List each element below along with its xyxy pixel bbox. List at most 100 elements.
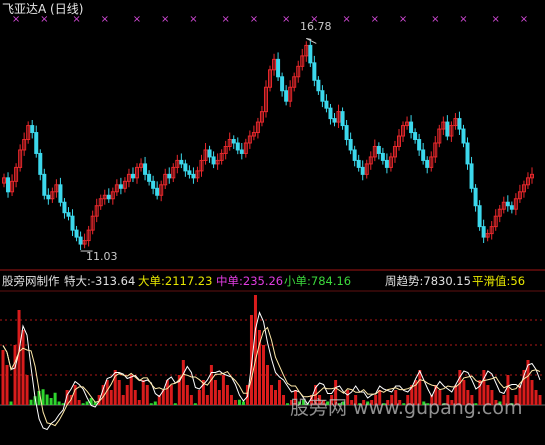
candle-body <box>473 187 478 207</box>
candle-body <box>179 159 184 165</box>
candle-body <box>505 201 510 207</box>
candle-body <box>384 159 389 168</box>
zhouqushi-value: 周趋势:7830.15 <box>385 274 471 288</box>
candle-body <box>328 107 333 120</box>
indicator-bar <box>253 295 257 405</box>
indicator-bar <box>282 395 286 405</box>
pinghua-value: 平滑值:56 <box>472 274 526 288</box>
indicator-bar <box>181 360 185 405</box>
indicator-bar <box>265 365 269 405</box>
candle-body <box>38 152 43 175</box>
dadan-value: 大单:2117.23 <box>138 274 213 288</box>
indicator-bar <box>278 380 282 405</box>
indicator-bar <box>185 385 189 405</box>
candle-body <box>211 156 216 165</box>
candle-body <box>6 177 11 193</box>
candle-body <box>130 173 135 179</box>
indicator-bar <box>169 385 173 405</box>
candle-body <box>239 149 244 154</box>
candle-body <box>425 159 430 168</box>
indicator-bar <box>13 345 17 405</box>
candle-body <box>276 58 281 78</box>
indicator-bar <box>261 345 265 405</box>
signal-mark: × <box>342 14 350 25</box>
indicator-bar <box>233 400 237 405</box>
signal-mark: × <box>189 14 197 25</box>
indicator-readout: 股旁网制作 特大:-313.64 大单:2117.23 中单:235.26 小单… <box>0 273 545 289</box>
candle-body <box>352 149 357 161</box>
indicator-bar <box>45 394 49 405</box>
signal-mark: × <box>459 14 467 25</box>
candle-body <box>30 125 35 134</box>
signal-mark: × <box>431 14 439 25</box>
signal-mark: × <box>282 14 290 25</box>
indicator-bar <box>534 390 538 405</box>
candle-body <box>70 215 75 231</box>
indicator-bar <box>197 390 201 405</box>
candle-body <box>284 90 289 102</box>
candle-body <box>332 118 337 123</box>
candle-body <box>151 180 156 189</box>
indicator-bar <box>149 403 153 405</box>
indicator-bar <box>530 380 534 405</box>
candle-body <box>465 142 470 165</box>
indicator-bar <box>241 401 245 405</box>
candle-body <box>106 194 111 200</box>
candle-body <box>445 121 450 137</box>
tedada-value: 特大:-313.64 <box>64 274 136 288</box>
low-price-label: 11.03 <box>86 250 118 263</box>
candle-body <box>413 132 418 141</box>
indicator-bar <box>213 380 217 405</box>
indicator-bar <box>125 385 129 405</box>
indicator-bar <box>270 385 273 405</box>
indicator-bar <box>137 400 141 405</box>
candle-body <box>461 128 466 144</box>
stock-chart[interactable]: × × × × × × × × × × × × × × × × × × <box>0 0 545 445</box>
watermark: 股旁网 www.gupang.com <box>290 397 523 419</box>
candle-body <box>66 212 71 217</box>
candle-body <box>340 111 345 127</box>
zhongdan-value: 中单:235.26 <box>216 274 284 288</box>
indicator-bar <box>538 395 542 405</box>
indicator-bar <box>141 380 145 405</box>
candle-body <box>360 166 365 175</box>
candle-body <box>356 159 361 168</box>
signal-mark: × <box>250 14 258 25</box>
indicator-bar <box>85 401 89 405</box>
indicator-bar <box>53 392 57 405</box>
indicator-bar <box>41 389 45 405</box>
candle-body <box>344 125 349 141</box>
candle-body <box>380 152 385 161</box>
indicator-bar <box>237 399 241 405</box>
candle-body <box>417 139 422 151</box>
candle-body <box>74 229 79 238</box>
indicator-bar <box>286 403 290 405</box>
candle-body <box>348 139 353 151</box>
candle-body <box>42 173 47 196</box>
candle-body <box>231 139 236 144</box>
candle-body <box>280 76 285 92</box>
indicator-bar <box>145 385 149 405</box>
signal-mark: × <box>492 14 500 25</box>
indicator-bar <box>109 390 113 405</box>
candle-body <box>183 163 188 172</box>
candle-body <box>421 149 426 161</box>
indicator-bar <box>25 375 29 405</box>
chart-title: 飞亚达A (日线) <box>2 2 84 16</box>
candle-body <box>167 173 172 179</box>
indicator-bar <box>29 399 33 405</box>
candle-body <box>34 132 39 154</box>
indicator-bar <box>49 398 53 405</box>
indicator-bar <box>121 395 125 405</box>
candle-body <box>320 90 325 102</box>
candle-body <box>58 184 63 203</box>
indicator-bar <box>129 375 133 405</box>
signal-mark: × <box>520 14 528 25</box>
indicator-bar <box>117 380 121 405</box>
indicator-bar <box>21 330 25 405</box>
candle-body <box>316 79 321 92</box>
candle-body <box>308 44 313 64</box>
high-price-label: 16.78 <box>300 20 332 33</box>
candle-body <box>155 187 160 196</box>
signal-mark: × <box>371 14 379 25</box>
